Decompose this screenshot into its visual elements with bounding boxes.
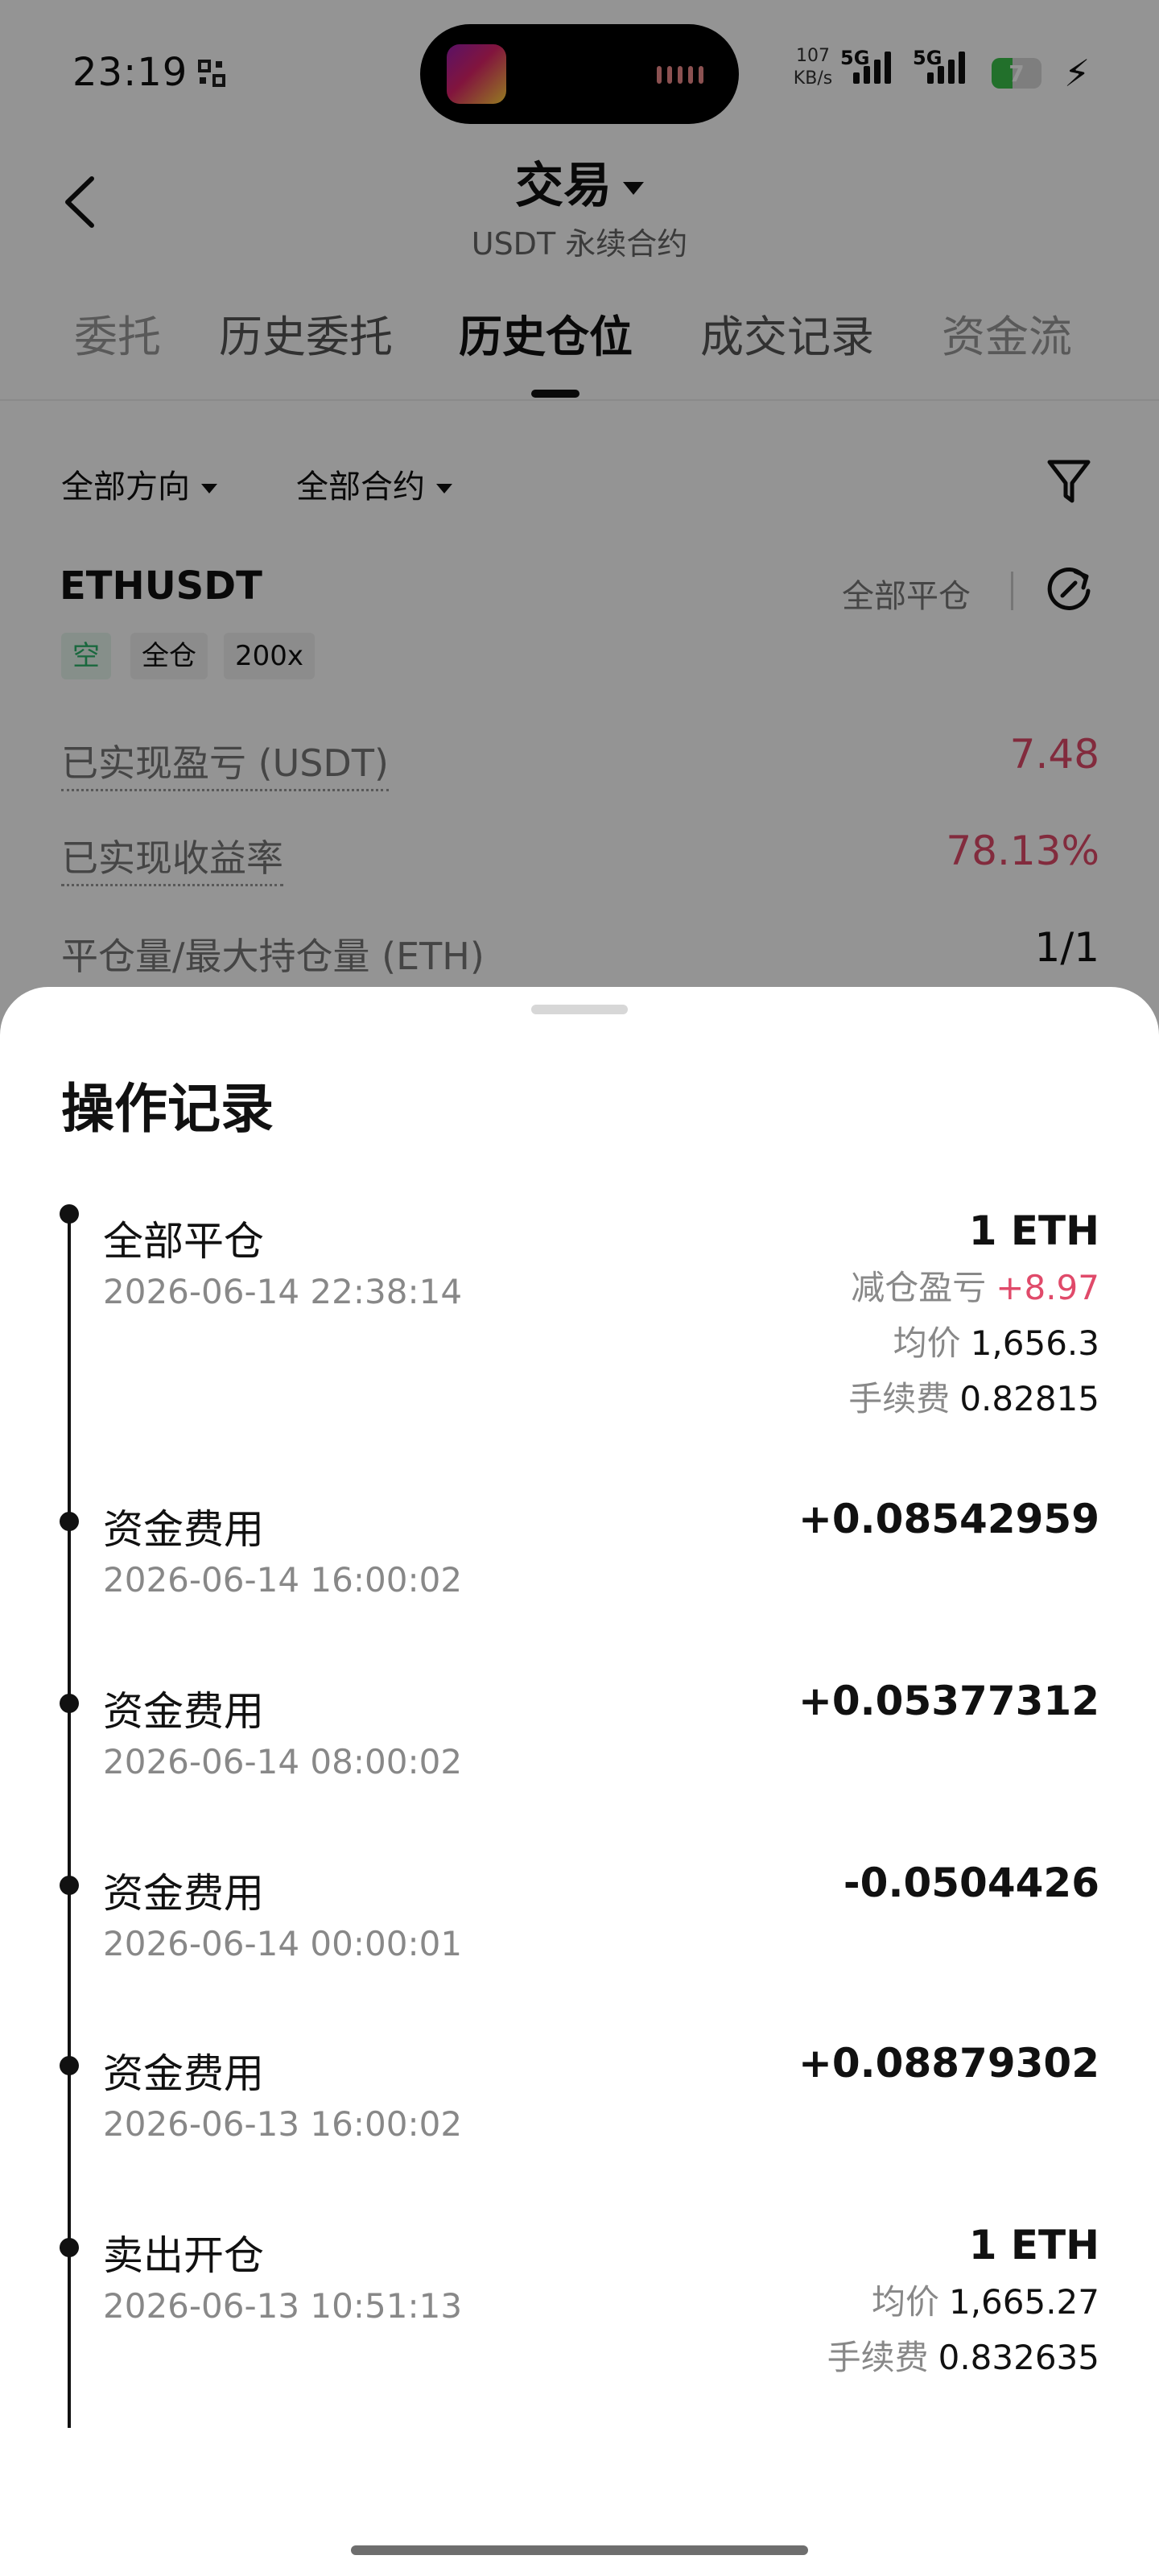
avg-price-label: 均价 <box>893 1323 961 1363</box>
record-type: 资金费用 <box>103 1870 264 1917</box>
avg-price-value: 1,656.3 <box>970 1323 1099 1363</box>
sheet-title: 操作记录 <box>61 1078 274 1140</box>
timeline-dot <box>60 1204 79 1224</box>
record-amount: +0.08879302 <box>798 2040 1099 2087</box>
timeline-dot <box>60 1876 79 1895</box>
record-avg-price: 均价 1,656.3 <box>848 1316 1099 1365</box>
record-avg-price: 均价 1,665.27 <box>827 2275 1099 2324</box>
record-details: 1 ETH 均价 1,665.27 手续费 0.832635 <box>827 2222 1099 2380</box>
record-time: 2026-06-14 16:00:02 <box>103 1560 463 1600</box>
fee-value: 0.82815 <box>959 1379 1099 1418</box>
record-time: 2026-06-14 08:00:02 <box>103 1742 463 1781</box>
timeline-dot <box>60 2056 79 2075</box>
record-amount: -0.0504426 <box>843 1860 1099 1906</box>
record-time: 2026-06-14 22:38:14 <box>103 1272 463 1311</box>
timeline-dot <box>60 2238 79 2257</box>
timeline-dot <box>60 1694 79 1713</box>
avg-price-label: 均价 <box>871 2282 939 2322</box>
record-time: 2026-06-13 16:00:02 <box>103 2104 463 2144</box>
fee-label: 手续费 <box>848 1379 951 1418</box>
record-amount: 1 ETH <box>968 2222 1099 2268</box>
pnl-label: 减仓盈亏 <box>851 1268 987 1307</box>
record-type: 资金费用 <box>103 2050 264 2097</box>
record-type: 卖出开仓 <box>103 2232 264 2279</box>
operation-records-sheet: 操作记录 全部平仓 2026-06-14 22:38:14 1 ETH 减仓盈亏… <box>0 987 1159 2576</box>
fee-label: 手续费 <box>827 2338 929 2377</box>
timeline-dot <box>60 1512 79 1531</box>
record-type: 资金费用 <box>103 1688 264 1735</box>
fee-value: 0.832635 <box>938 2338 1099 2377</box>
record-time: 2026-06-14 00:00:01 <box>103 1924 463 1963</box>
sheet-grabber[interactable] <box>531 1005 628 1014</box>
pnl-value: +8.97 <box>996 1268 1099 1307</box>
record-amount: 1 ETH <box>968 1208 1099 1254</box>
avg-price-value: 1,665.27 <box>948 2282 1099 2322</box>
record-pnl: 减仓盈亏 +8.97 <box>848 1261 1099 1310</box>
record-details: 1 ETH 减仓盈亏 +8.97 均价 1,656.3 手续费 0.82815 <box>848 1208 1099 1421</box>
record-fee: 手续费 0.82815 <box>848 1372 1099 1421</box>
record-amount: +0.05377312 <box>798 1678 1099 1724</box>
record-time: 2026-06-13 10:51:13 <box>103 2286 463 2326</box>
home-indicator[interactable] <box>351 2545 808 2555</box>
record-type: 资金费用 <box>103 1506 264 1553</box>
record-type: 全部平仓 <box>103 1218 264 1265</box>
record-amount: +0.08542959 <box>798 1496 1099 1542</box>
record-fee: 手续费 0.832635 <box>827 2330 1099 2380</box>
